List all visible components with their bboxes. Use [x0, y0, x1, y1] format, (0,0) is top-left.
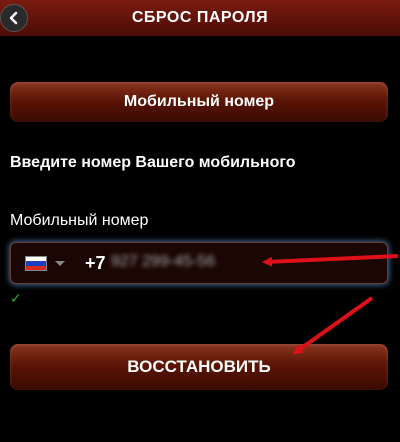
page-title: СБРОС ПАРОЛЯ [131, 9, 269, 26]
chevron-down-icon[interactable] [55, 261, 65, 266]
header-bar: СБРОС ПАРОЛЯ [0, 0, 400, 36]
back-button[interactable] [0, 4, 28, 32]
phone-field[interactable]: +7 927 299-45-56 [10, 242, 388, 284]
restore-button[interactable]: ВОССТАНОВИТЬ [10, 344, 388, 390]
tab-mobile-number[interactable]: Мобильный номер [10, 82, 388, 122]
russia-flag-icon[interactable] [25, 256, 47, 271]
form-heading: Введите номер Вашего мобильного [10, 154, 296, 171]
phone-input[interactable]: 927 299-45-56 [111, 253, 215, 271]
country-code: +7 [85, 253, 106, 273]
chevron-left-icon [9, 11, 18, 25]
phone-field-label: Мобильный номер [10, 212, 149, 229]
checkmark-icon: ✓ [10, 290, 22, 306]
